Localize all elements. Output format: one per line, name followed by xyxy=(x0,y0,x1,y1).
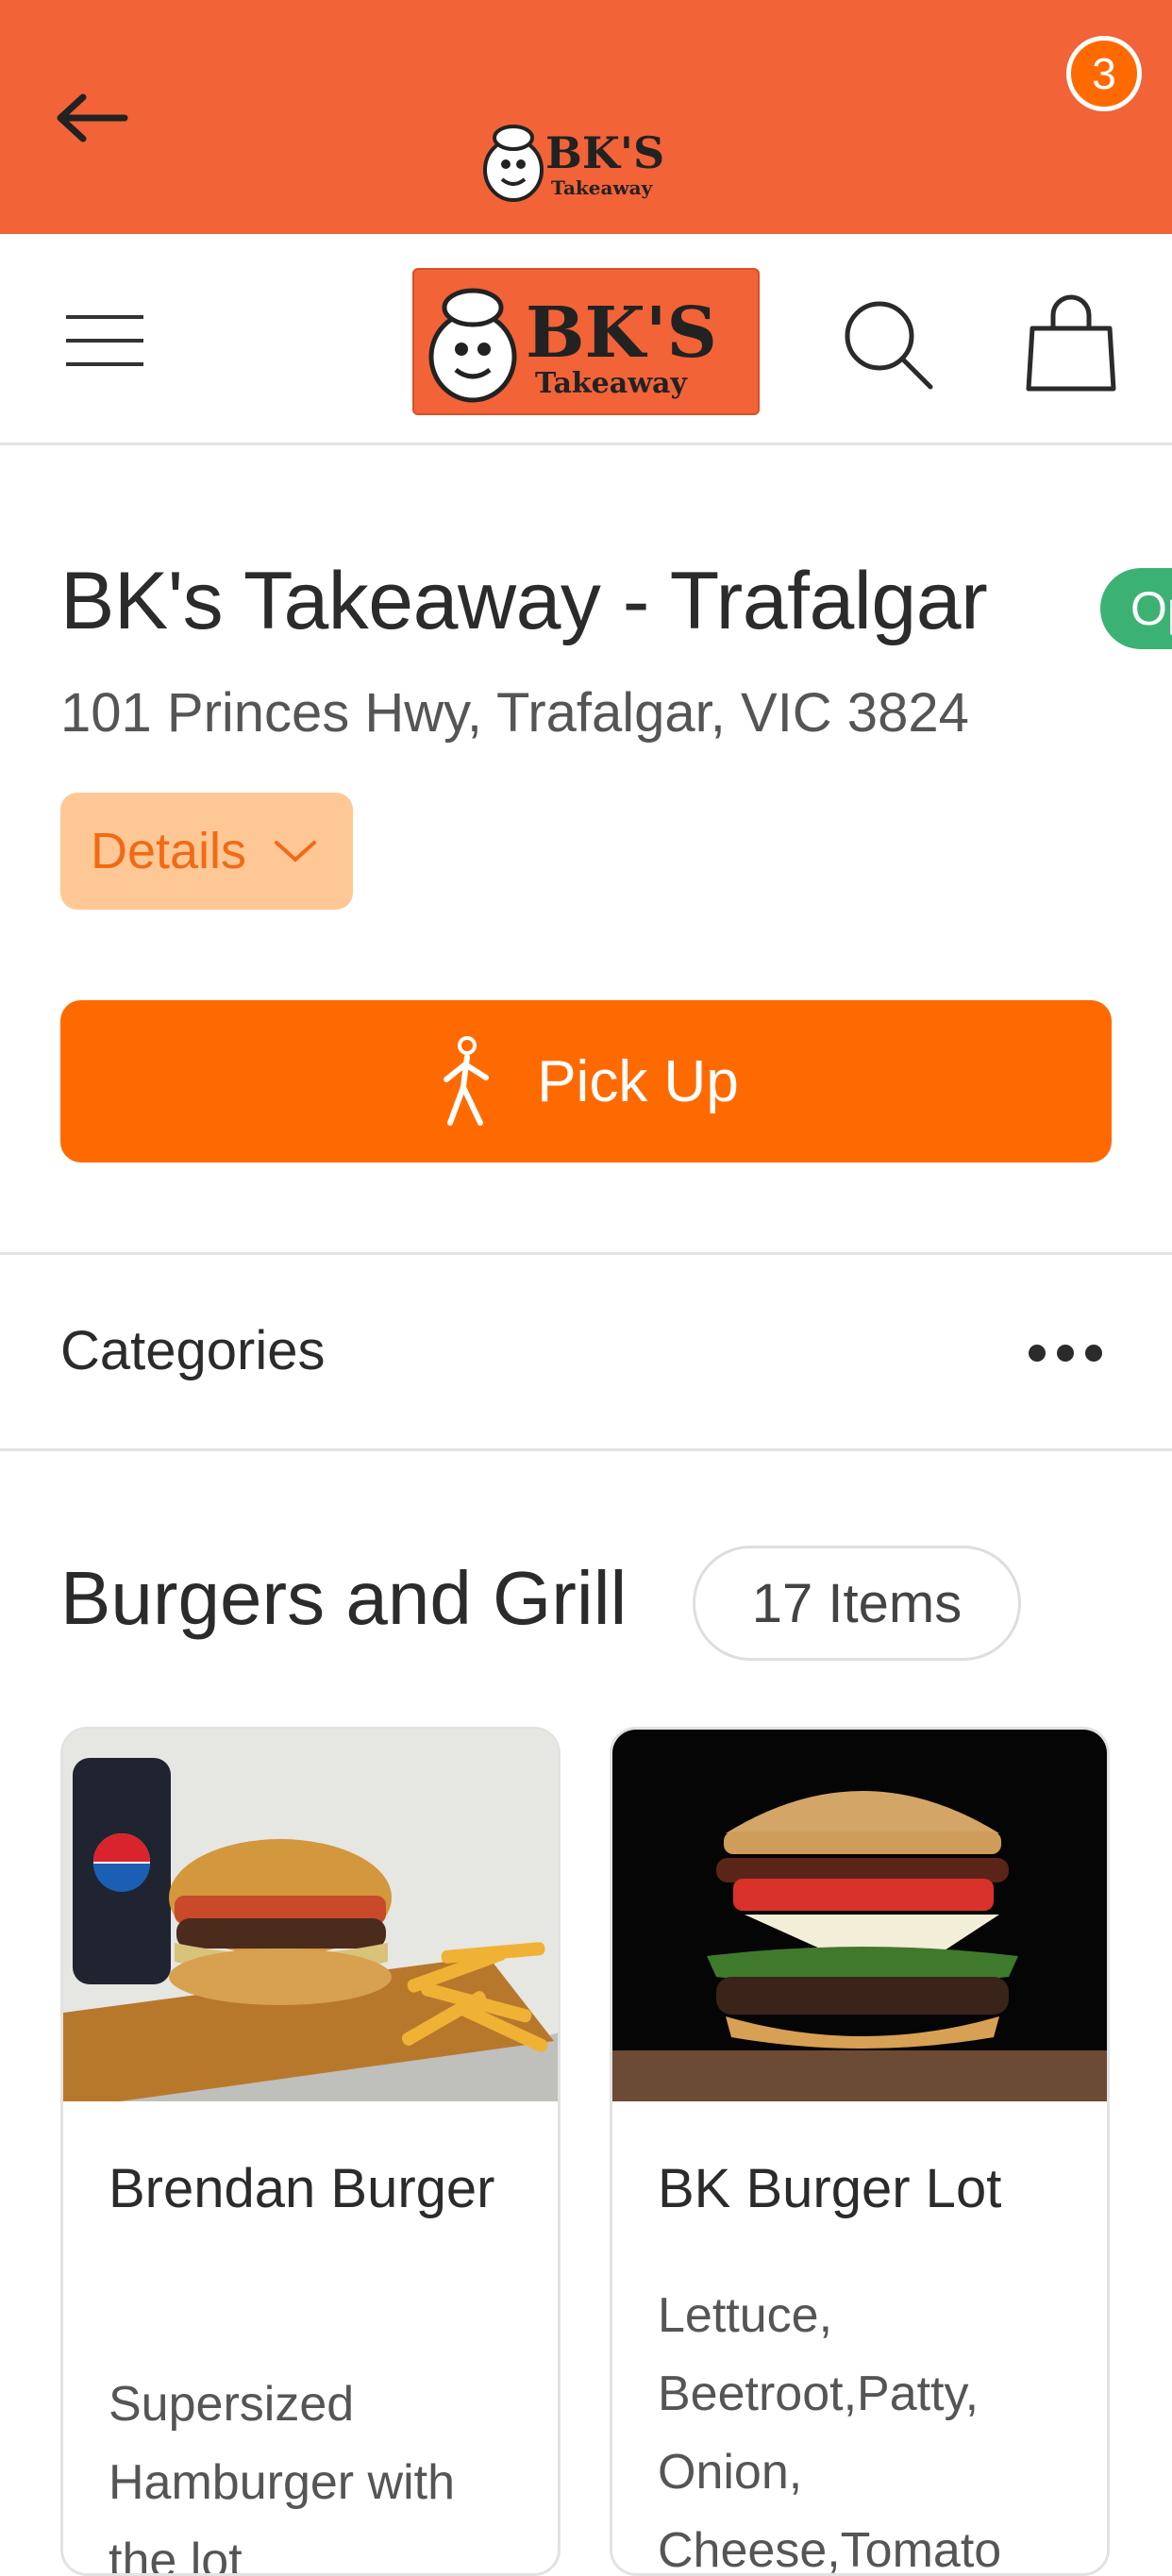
store-name: BK's Takeaway - Trafalgar xyxy=(60,556,988,646)
product-description: Lettuce, Beetroot,Patty, Onion, Cheese,T… xyxy=(658,2288,1002,2576)
details-label: Details xyxy=(91,823,247,879)
app-bar-logo: BK'S Takeaway xyxy=(477,119,693,209)
product-description: Supersized Hamburger with the lot xyxy=(109,2377,456,2576)
categories-label[interactable]: Categories xyxy=(60,1319,325,1382)
more-horizontal-icon[interactable] xyxy=(1029,1330,1123,1376)
arrow-left-icon xyxy=(57,93,128,142)
back-button[interactable] xyxy=(55,85,149,151)
brand-logo[interactable]: BK'S Takeaway xyxy=(412,268,760,415)
walking-person-icon xyxy=(444,1036,490,1126)
shopping-bag-icon xyxy=(1026,294,1116,392)
divider xyxy=(0,1448,1172,1451)
hamburger-menu-icon[interactable] xyxy=(59,309,145,372)
svg-text:BK'S: BK'S xyxy=(545,127,664,178)
cart-button[interactable] xyxy=(1019,291,1123,394)
cart-count-badge: 3 xyxy=(1066,36,1142,111)
section-title: Burgers and Grill xyxy=(60,1556,628,1640)
svg-text:Takeaway: Takeaway xyxy=(535,367,688,400)
product-card[interactable]: BK Burger Lot Lettuce, Beetroot,Patty, O… xyxy=(610,1727,1110,2576)
chevron-down-icon xyxy=(275,841,317,862)
product-card[interactable]: Brendan Burger Supersized Hamburger with… xyxy=(60,1727,561,2576)
svg-text:Takeaway: Takeaway xyxy=(551,176,654,199)
open-status-badge: Op xyxy=(1100,568,1172,649)
site-header: BK'S Takeaway xyxy=(0,234,1172,445)
product-image xyxy=(612,1730,1107,2101)
pickup-button[interactable]: Pick Up xyxy=(60,1000,1112,1163)
details-button[interactable]: Details xyxy=(60,793,353,910)
app-bar: BK'S Takeaway xyxy=(0,0,1172,234)
divider xyxy=(0,1252,1172,1255)
svg-text:BK'S: BK'S xyxy=(526,293,717,374)
product-image xyxy=(63,1730,558,2101)
pickup-label: Pick Up xyxy=(537,1048,739,1114)
product-name: Brendan Burger xyxy=(109,2158,495,2219)
product-name: BK Burger Lot xyxy=(658,2158,1002,2219)
item-count-badge: 17 Items xyxy=(693,1546,1021,1661)
search-button[interactable] xyxy=(840,296,936,391)
store-address: 101 Princes Hwy, Trafalgar, VIC 3824 xyxy=(60,682,969,744)
search-icon xyxy=(845,301,933,390)
